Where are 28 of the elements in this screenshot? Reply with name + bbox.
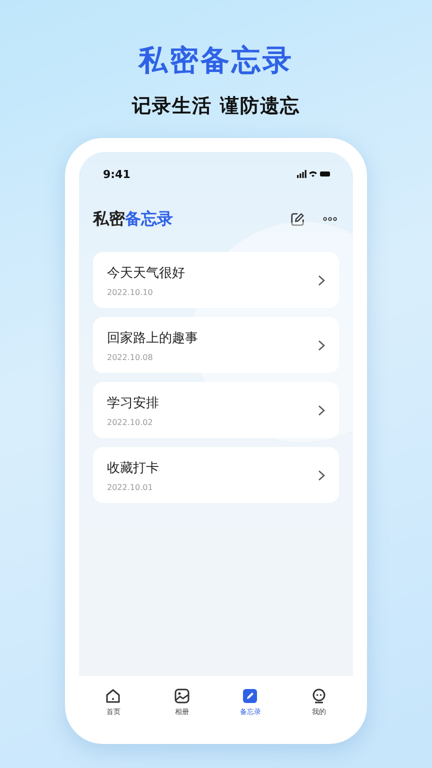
image-icon bbox=[174, 688, 190, 704]
note-date: 2022.10.01 bbox=[107, 482, 154, 492]
chevron-right-icon bbox=[318, 340, 325, 350]
note-date: 2022.10.02 bbox=[107, 418, 154, 426]
note-card[interactable]: 学习安排 2022.10.02 bbox=[93, 382, 339, 438]
note-card[interactable]: 回家路上的趣事 2022.10.08 bbox=[93, 317, 339, 373]
home-icon bbox=[105, 688, 122, 704]
chevron-right-icon bbox=[318, 404, 325, 416]
edit-icon[interactable] bbox=[290, 212, 305, 226]
note-date: 2022.10.10 bbox=[107, 288, 154, 296]
app-title-accent: 备忘录 bbox=[125, 208, 173, 230]
chevron-right-icon bbox=[318, 274, 325, 286]
note-title: 学习安排 bbox=[107, 394, 160, 412]
headline: 私密备忘录 bbox=[138, 42, 294, 78]
chevron-right-icon bbox=[318, 470, 325, 480]
subheadline: 记录生活 谨防遗忘 bbox=[132, 94, 300, 118]
status-icons bbox=[297, 170, 331, 178]
note-title: 收藏打卡 bbox=[107, 460, 160, 476]
status-time: 9:41 bbox=[103, 168, 130, 180]
note-title: 今天天气很好 bbox=[107, 264, 186, 282]
pen-icon bbox=[242, 688, 258, 704]
robot-icon bbox=[310, 688, 327, 704]
note-card[interactable]: 今天天气很好 2022.10.10 bbox=[93, 252, 339, 308]
app-title: 私密 bbox=[93, 208, 125, 230]
note-card[interactable]: 收藏打卡 2022.10.01 bbox=[93, 447, 339, 503]
note-title: 回家路上的趣事 bbox=[107, 330, 199, 346]
more-icon[interactable] bbox=[323, 217, 337, 221]
note-date: 2022.10.08 bbox=[107, 352, 154, 362]
